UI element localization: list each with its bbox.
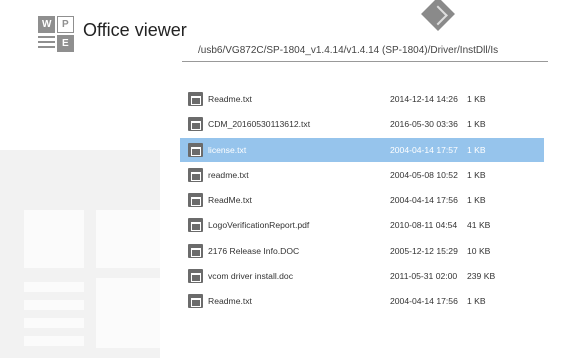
file-date: 2005-12-12 15:29 xyxy=(390,245,458,256)
file-size: 1 KB xyxy=(467,169,486,180)
file-row[interactable]: 2176 Release Info.DOC 2005-12-12 15:29 1… xyxy=(180,239,544,263)
file-date: 2011-05-31 02:00 xyxy=(390,271,458,282)
file-size: 1 KB xyxy=(467,296,486,307)
header-divider xyxy=(182,61,548,62)
file-date: 2010-08-11 04:54 xyxy=(390,220,458,231)
watermark-line xyxy=(24,318,84,328)
file-size: 10 KB xyxy=(467,245,491,256)
file-row[interactable]: Readme.txt 2004-04-14 17:56 1 KB xyxy=(180,289,544,313)
file-row[interactable]: Readme.txt 2014-12-14 14:26 1 KB xyxy=(180,87,544,111)
logo-letter-e: E xyxy=(62,38,69,49)
file-date: 2004-04-14 17:57 xyxy=(390,144,458,155)
file-size: 239 KB xyxy=(467,271,496,282)
file-name: CDM_20160530113612.txt xyxy=(208,119,311,130)
watermark-w-block xyxy=(24,210,84,268)
watermark-line xyxy=(24,336,84,346)
app-title: Office viewer xyxy=(83,20,187,40)
logo-letter-w: W xyxy=(42,19,52,30)
file-name: Readme.txt xyxy=(208,94,252,104)
file-list: Readme.txt 2014-12-14 14:26 1 KB CDM_201… xyxy=(180,87,544,315)
file-icon xyxy=(188,193,203,208)
watermark-line xyxy=(24,282,84,292)
current-path: /usb6/VG872C/SP-1804_v1.4.14/v1.4.14 (SP… xyxy=(198,45,499,56)
file-name: LogoVerificationReport.pdf xyxy=(208,220,310,231)
file-size: 1 KB xyxy=(467,195,486,206)
background-watermark-logo xyxy=(0,150,160,358)
file-row[interactable]: readme.txt 2004-05-08 10:52 1 KB xyxy=(180,163,544,187)
app-logo-icon: W P E xyxy=(38,16,76,54)
file-name: Readme.txt xyxy=(208,296,252,307)
file-icon xyxy=(188,243,203,258)
file-icon xyxy=(188,92,203,106)
file-icon xyxy=(188,167,203,182)
file-icon xyxy=(188,294,203,309)
file-name: 2176 Release Info.DOC xyxy=(208,245,300,256)
file-date: 2014-12-14 14:26 xyxy=(390,94,458,104)
file-row[interactable]: LogoVerificationReport.pdf 2010-08-11 04… xyxy=(180,213,544,237)
file-date: 2004-04-14 17:56 xyxy=(390,195,458,206)
file-size: 1 KB xyxy=(467,119,486,130)
file-row[interactable]: CDM_20160530113612.txt 2016-05-30 03:36 … xyxy=(180,112,544,136)
file-date: 2004-05-08 10:52 xyxy=(390,169,458,180)
file-size: 1 KB xyxy=(467,144,486,155)
file-row[interactable]: ReadMe.txt 2004-04-14 17:56 1 KB xyxy=(180,188,544,212)
logo-letter-p: P xyxy=(62,19,69,30)
file-date: 2004-04-14 17:56 xyxy=(390,296,458,307)
file-icon xyxy=(188,218,203,233)
file-size: 41 KB xyxy=(467,220,491,231)
file-name: vcom driver install.doc xyxy=(208,271,294,282)
file-size: 1 KB xyxy=(467,94,486,104)
file-row[interactable]: vcom driver install.doc 2011-05-31 02:00… xyxy=(180,264,544,288)
watermark-line xyxy=(24,300,84,310)
file-icon xyxy=(188,117,203,132)
file-name: readme.txt xyxy=(208,169,249,180)
file-icon xyxy=(188,269,203,284)
watermark-e-block xyxy=(96,278,160,348)
file-icon xyxy=(188,142,203,157)
file-name: license.txt xyxy=(208,144,247,155)
file-name: ReadMe.txt xyxy=(208,195,252,206)
file-date: 2016-05-30 03:36 xyxy=(390,119,458,130)
file-row-selected[interactable]: license.txt 2004-04-14 17:57 1 KB xyxy=(180,137,544,162)
navigate-up-icon[interactable] xyxy=(421,0,455,31)
watermark-p-block xyxy=(96,210,160,268)
